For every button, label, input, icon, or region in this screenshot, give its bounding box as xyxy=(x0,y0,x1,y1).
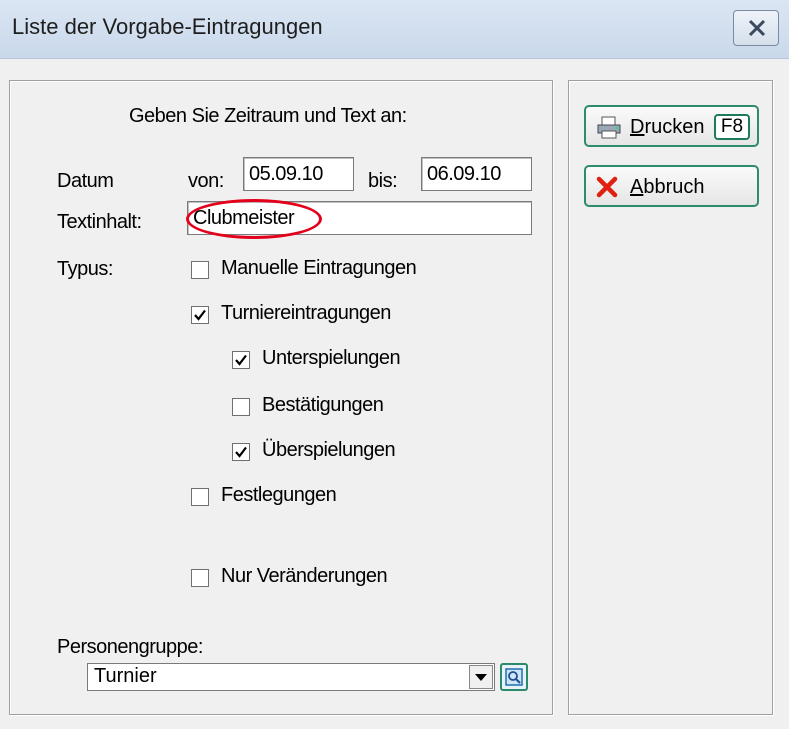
date-from-input[interactable]: 05.09.10 xyxy=(243,157,354,191)
checkmark-icon xyxy=(235,354,247,366)
text-content-input[interactable]: Clubmeister xyxy=(187,201,532,235)
personengruppe-select[interactable]: Turnier xyxy=(87,663,495,691)
checkbox-box[interactable] xyxy=(232,351,250,369)
checkbox-box[interactable] xyxy=(191,261,209,279)
checkbox-box[interactable] xyxy=(232,398,250,416)
checkbox-label: Bestätigungen xyxy=(262,394,384,416)
title-bar: Liste der Vorgabe-Eintragungen xyxy=(0,0,789,59)
checkbox-box[interactable] xyxy=(232,443,250,461)
print-button[interactable]: Drucken F8 xyxy=(584,105,759,147)
datum-label: Datum xyxy=(57,170,114,192)
shortcut-key-badge: F8 xyxy=(714,114,750,140)
checkbox-box[interactable] xyxy=(191,488,209,506)
bis-label: bis: xyxy=(368,170,398,192)
dropdown-button[interactable] xyxy=(469,665,493,689)
checkbox-box[interactable] xyxy=(191,306,209,324)
close-icon xyxy=(748,19,766,37)
dialog-window: Liste der Vorgabe-Eintragungen Geben Sie… xyxy=(0,0,789,729)
textinhalt-label: Textinhalt: xyxy=(57,211,142,233)
checkbox-label: Unterspielungen xyxy=(262,347,401,369)
chevron-down-icon xyxy=(475,674,487,681)
checkbox-label: Turniereintragungen xyxy=(221,302,391,324)
checkmark-icon xyxy=(194,309,206,321)
checkbox-label: Nur Veränderungen xyxy=(221,565,388,587)
search-button[interactable] xyxy=(500,663,528,691)
magnifier-icon xyxy=(505,668,523,686)
typus-label: Typus: xyxy=(57,258,113,280)
cancel-mnemonic: A xyxy=(630,176,644,198)
select-value: Turnier xyxy=(94,665,157,687)
red-x-icon xyxy=(596,176,618,198)
von-label: von: xyxy=(188,170,224,192)
cancel-button-label: bbruch xyxy=(643,176,705,198)
checkbox-label: Manuelle Eintragungen xyxy=(221,257,417,279)
checkbox-box[interactable] xyxy=(191,569,209,587)
checkmark-icon xyxy=(235,446,247,458)
printer-icon xyxy=(597,116,621,139)
cancel-button[interactable]: Abbruch xyxy=(584,165,759,207)
checkbox-label: Überspielungen xyxy=(262,439,396,461)
personengruppe-label: Personengruppe: xyxy=(57,636,203,658)
print-button-label: rucken xyxy=(644,116,705,138)
checkbox-label: Festlegungen xyxy=(221,484,337,506)
instruction-text: Geben Sie Zeitraum und Text an: xyxy=(129,105,407,127)
print-mnemonic: D xyxy=(630,116,645,138)
close-button[interactable] xyxy=(733,10,779,46)
date-to-input[interactable]: 06.09.10 xyxy=(421,157,532,191)
window-title: Liste der Vorgabe-Eintragungen xyxy=(12,14,323,39)
